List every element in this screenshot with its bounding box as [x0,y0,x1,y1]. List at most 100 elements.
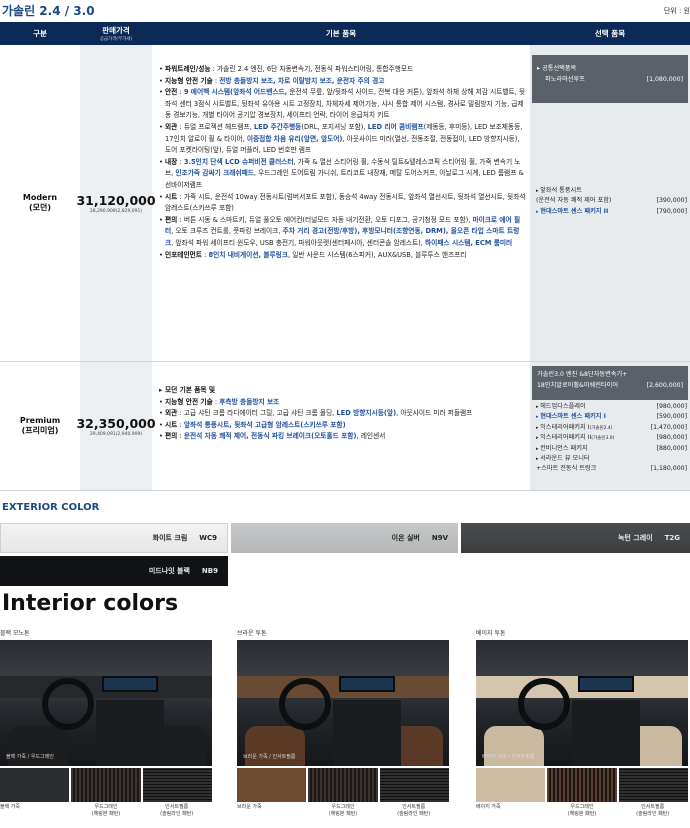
header-grade: 구분 [33,29,47,38]
option-name: 익스테리어패키지 I(가솔린2.4) [536,423,613,433]
option-item: 현대스마트 센스 패키지 II [790,000] [536,207,687,217]
basic-item-key: 안전 [165,88,178,97]
basic-item: 시트 : 앞좌석 통풍시트, 뒷좌석 고급형 암레스트(스키쓰루 포함) [159,420,526,432]
basic-item-key: 시트 [165,192,178,201]
price: 32,350,000 [76,415,156,431]
basic-item-highlight: 앞좌석 통풍시트, 뒷좌석 고급형 암레스트(스키쓰루 포함) [183,420,346,429]
chip-label: 우드그레인 (헤링본 패턴) [91,804,121,817]
insert-film-chip [379,768,449,802]
chip-labels: 베이지 가죽 우드그레인 (헤링본 패턴) 인서트필름 (슬림라인 패턴) [476,804,688,818]
option-item: 서라운드 뷰 모니터 [536,454,687,464]
common-option-price: [1,080,000] [646,76,683,83]
price-cell: 31,120,000 28,290,909(2,829,091) [76,45,156,361]
leather-chip [237,768,307,802]
basic-item-key: 시트 [165,420,178,429]
seat [245,726,305,766]
price-cell: 32,350,000 29,409,091(2,940,909) [76,362,156,490]
header-basic: 기본 품목 [325,29,357,38]
header-price-label: 판매가격 [102,26,130,35]
option-note: (가솔린3.0) [591,436,615,442]
basic-item-text: : 듀얼 프로젝션 헤드램프, [177,122,254,131]
option-price: [390,000] [656,197,687,205]
common-option-item: 18인치알로이휠&미쉐린타이어 [537,382,619,389]
option-item: +스마트 전동식 트렁크 [1,180,000] [536,464,687,474]
interior-photo: 베이지 가죽 / 인서트필름 [476,640,688,766]
color-swatch-white-cream[interactable]: 화이트 크림 WC9 [0,523,228,553]
option-name-text: 익스테리어패키지 II [540,434,592,442]
options-cell: 가솔린3.0 엔진 &8단자동변속기+ 18인치알로이휠&미쉐린타이어 [2,6… [530,362,690,490]
color-swatch-ion-silver[interactable]: 이온 실버 N9V [231,523,458,553]
option-item: 헤드업디스플레이 [980,000] [536,402,687,412]
basic-item-text: , 아웃사이드 미러 퍼들램프 [396,409,473,418]
common-option-box: ▸ 공통선택품목 파노라마선루프 [1,080,000] [532,55,688,103]
option-price: [790,000] [656,207,687,215]
grade-cell: Modern (모던) [0,45,80,361]
basic-item-highlight: 이중접합 차음 유리(앞면, 앞도어) [246,134,343,143]
basic-item-highlight: LED 주간주행등 [253,122,302,131]
basic-item: 외관 : 듀얼 프로젝션 헤드램프, LED 주간주행등(DRL, 포지셔닝 포… [159,122,526,157]
basic-item: 편의 : 운전석 자동 쾌적 제어, 전동식 파킹 브레이크(오토홀드 포함),… [159,431,526,443]
option-name-text: 서라운드 뷰 모니터 [540,455,590,463]
basic-item-highlight: 인조가죽 감싸기 크래쉬패드 [175,169,254,178]
basic-item-key: 편의 [165,215,178,224]
option-note: (가솔린2.4) [589,425,613,431]
basic-item-highlight: 후측방 충돌방지 보조 [219,397,280,406]
center-console [572,700,640,766]
option-name-text: (운전석 자동 쾌적 제어 포함) [536,197,612,205]
color-code: WC9 [199,534,217,542]
basic-item: 인포테인먼트 : 8인치 내비게이션, 블루링크, 일반 사운드 시스템(6스피… [159,250,526,262]
interior-label: 브라운 투톤 [237,630,267,637]
option-price: [880,000] [656,444,687,452]
chip-labels: 블랙 가죽 우드그레인 (헤링본 패턴) 인서트필름 (슬림라인 패턴) [0,804,212,818]
woodgrain-chip [308,768,378,802]
chip-label: 블랙 가죽 [0,804,20,810]
basic-items-cell: 모던 기본 품목 및지능형 안전 기술 : 후측방 충돌방지 보조외관 : 고급… [152,362,530,490]
option-name: 서라운드 뷰 모니터 [536,454,590,464]
steering-wheel [279,678,331,730]
photo-caption: 블랙 가죽 / 우드그레인 [6,754,54,760]
center-console [96,700,164,766]
interior-option[interactable]: 블랙 모노톤 블랙 가죽 / 우드그레인 블랙 가죽 우드그레인 (헤링본 패턴) 인서… [0,628,212,818]
option-price: [1,470,000] [650,423,687,431]
material-chips [0,768,212,802]
header-options: 선택 품목 [594,29,626,38]
option-name: 헤드업디스플레이 [536,402,586,412]
basic-item-key: 외관 [165,122,178,131]
option-item: (운전석 자동 쾌적 제어 포함) [390,000] [536,196,687,206]
common-option-price: [2,600,000] [646,382,683,389]
basic-item: 지능형 안전 기술 : 전방 충돌방지 보조, 차로 이탈방지 보조, 운전자 … [159,76,526,88]
interior-option[interactable]: 베이지 투톤 베이지 가죽 / 인서트필름 베이지 가죽 우드그레인 (헤링본 패턴)… [476,628,688,818]
page-title: 가솔린 2.4 / 3.0 [2,4,95,18]
seat [8,726,68,766]
option-name-text: 컨비니언스 패키지 [540,444,588,452]
common-option-line: 파노라마선루프 [1,080,000] [537,74,683,85]
price-sub: 28,290,909(2,829,091) [89,208,143,214]
center-console [333,700,401,766]
color-name: 미드나잇 블랙 [148,567,190,575]
interior-option[interactable]: 브라운 투톤 브라운 가죽 / 인서트필름 브라운 가죽 우드그레인 (헤링본 패턴)… [237,628,449,818]
interior-title: Interior colors [2,591,179,616]
photo-caption: 베이지 가죽 / 인서트필름 [482,754,535,760]
common-option-line2: 18인치알로이휠&미쉐린타이어 [2,600,000] [537,380,683,391]
color-swatch-midnight-black[interactable]: 미드나잇 블랙 NB9 [0,556,228,586]
basic-item: 편의 : 버튼 시동 & 스마트키, 듀얼 풀오토 에어컨(터널모드 자동 내기… [159,215,526,250]
option-price: [590,000] [656,413,687,421]
option-name: 익스테리어패키지 II(가솔린3.0) [536,433,614,443]
basic-item: 파워트레인/성능 : 가솔린 2.4 엔진, 6단 자동변속기, 전동식 파워스… [159,64,526,76]
leather-chip [0,768,70,802]
basic-item-highlight: 전방 충돌방지 보조, 차로 이탈방지 보조, 운전자 주의 경고 [219,76,385,85]
woodgrain-chip [547,768,617,802]
navigation-screen [578,676,634,692]
option-name: (운전석 자동 쾌적 제어 포함) [536,196,611,206]
basic-item: 시트 : 가죽 시트, 운전석 10way 전동시트(럼버서포트 포함), 동승… [159,192,526,215]
color-name: 녹턴 그레이 [617,534,653,542]
color-swatch-nocturne-gray[interactable]: 녹턴 그레이 T2G [461,523,690,553]
option-name: 현대스마트 센스 패키지 I [536,412,606,422]
basic-item-key: 모던 기본 품목 및 [165,386,216,394]
trim-row-premium: Premium (프리미엄) 32,350,000 29,409,091(2,9… [0,362,690,491]
basic-item-highlight: 9 에어백 시스템(앞좌석 어드밴스드, [183,88,288,97]
grade-name: Modern [22,193,58,202]
basic-item-text: : 고급 샤틴 크롬 라디에이터 그릴, 고급 샤틴 크롬 몰딩, [177,409,337,418]
interior-label: 블랙 모노톤 [0,630,30,637]
basic-items-list: 모던 기본 품목 및지능형 안전 기술 : 후측방 충돌방지 보조외관 : 고급… [159,385,526,443]
